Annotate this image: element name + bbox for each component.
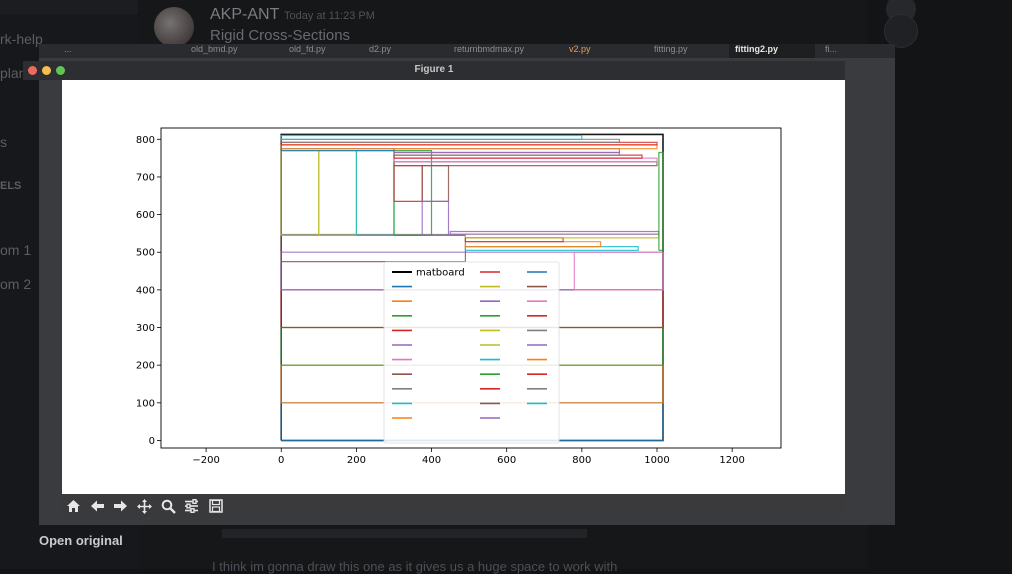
window-title: Figure 1 — [414, 64, 454, 75]
y-tick-label: 800 — [136, 135, 155, 146]
editor-tab[interactable]: ... — [64, 44, 72, 54]
editor-tab[interactable]: v2.py — [569, 44, 591, 54]
configure-icon[interactable] — [182, 497, 201, 516]
y-tick-label: 400 — [136, 285, 155, 296]
back-icon[interactable] — [88, 497, 107, 516]
channel-item[interactable]: om 2 — [0, 276, 31, 292]
series-line — [318, 149, 357, 236]
attachment-preview — [222, 529, 587, 538]
editor-tab[interactable]: old_fd.py — [289, 44, 326, 54]
member-name[interactable] — [926, 22, 930, 38]
channel-item[interactable]: rk-help — [0, 31, 43, 47]
figure-toolbar — [62, 494, 845, 518]
editor-tab[interactable]: d2.py — [369, 44, 391, 54]
x-tick-label: 1200 — [719, 455, 744, 466]
series-line — [280, 234, 466, 263]
window-titlebar: Figure 1 — [23, 61, 845, 80]
series-line — [449, 230, 660, 235]
channel-item[interactable]: s — [0, 134, 7, 150]
sidebar-header — [0, 0, 138, 14]
series-line — [355, 149, 395, 236]
y-tick-label: 500 — [136, 248, 155, 259]
editor-tab-strip: ... old_bmd.py old_fd.py d2.py returnbmd… — [39, 44, 895, 58]
home-icon[interactable] — [64, 497, 83, 516]
series-line — [421, 164, 450, 203]
open-original-link[interactable]: Open original — [39, 533, 123, 548]
y-tick-label: 200 — [136, 361, 155, 372]
avatar[interactable] — [154, 7, 194, 47]
series-line — [280, 149, 320, 236]
editor-tab[interactable]: returnbmdmax.py — [454, 44, 524, 54]
save-icon[interactable] — [206, 497, 225, 516]
editor-tab[interactable]: fi... — [825, 44, 837, 54]
legend-label: matboard — [416, 268, 465, 279]
series-line — [421, 200, 450, 236]
x-tick-label: 1000 — [644, 455, 669, 466]
y-tick-label: 700 — [136, 172, 155, 183]
category-label: ELS — [0, 180, 22, 192]
editor-tab-active[interactable]: fitting2.py — [729, 44, 815, 58]
y-tick-label: 0 — [149, 436, 155, 447]
x-tick-label: 800 — [572, 455, 591, 466]
legend-box — [383, 261, 560, 444]
message-timestamp: Today at 11:23 PM — [284, 10, 375, 22]
editor-tab[interactable]: fitting.py — [654, 44, 688, 54]
forward-icon[interactable] — [111, 497, 130, 516]
figure-canvas[interactable]: −200 0 200 400 600 800 1000 1200 0 100 200 300 400 50… — [62, 80, 845, 494]
plot[interactable]: −200 0 200 400 600 800 1000 1200 0 100 200 300 400 50… — [62, 80, 845, 494]
zoom-icon[interactable] — [159, 497, 178, 516]
series-line — [280, 134, 583, 140]
series-line — [464, 241, 602, 248]
y-tick-label: 100 — [136, 398, 155, 409]
editor-tab[interactable]: old_bmd.py — [191, 44, 238, 54]
message-followup: I think im gonna draw this one as it giv… — [212, 559, 618, 574]
message-username[interactable]: AKP-ANT — [210, 6, 279, 24]
series-line — [573, 251, 664, 291]
y-tick-label: 600 — [136, 210, 155, 221]
x-tick-label: −200 — [192, 455, 219, 466]
series-line — [393, 149, 433, 236]
pan-icon[interactable] — [135, 497, 154, 516]
x-tick-label: 200 — [347, 455, 366, 466]
channel-item[interactable]: om 1 — [0, 242, 31, 258]
avatar[interactable] — [884, 14, 918, 48]
y-tick-label: 300 — [136, 323, 155, 334]
message-text: Rigid Cross-Sections — [210, 27, 351, 44]
series-line — [393, 164, 423, 203]
x-tick-label: 600 — [497, 455, 516, 466]
x-tick-label: 0 — [278, 455, 284, 466]
x-tick-label: 400 — [422, 455, 441, 466]
